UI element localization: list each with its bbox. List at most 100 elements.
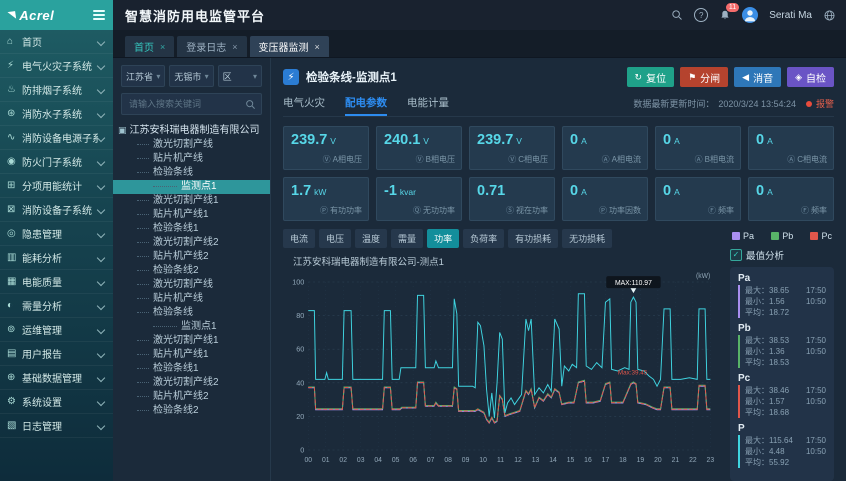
tab-2[interactable]: 登录日志× [177, 36, 246, 57]
search-input[interactable] [127, 98, 245, 110]
help-icon[interactable]: ? [694, 8, 708, 22]
tab-1[interactable]: 首页× [125, 36, 174, 57]
chart-tab-2[interactable]: 电压 [319, 229, 351, 248]
button-label: 分闸 [700, 70, 720, 85]
language-globe-icon[interactable] [823, 9, 836, 22]
chart-tab-8[interactable]: 无功损耗 [562, 229, 612, 248]
menu-toggle-icon[interactable] [93, 10, 105, 20]
region-select-3[interactable]: 区▾ [218, 65, 262, 87]
tree-node[interactable]: 激光切割产线1 [113, 334, 270, 348]
device-action-2[interactable]: ⚑分闸 [680, 67, 728, 87]
sidebar-item-10[interactable]: ▥能耗分析 [0, 246, 113, 270]
stat-row-min: 最小：1.5610:50 [745, 296, 826, 307]
svg-text:10: 10 [479, 457, 487, 464]
tree-node[interactable]: 激光切割产线2 [113, 376, 270, 390]
metric-value: -1 [384, 183, 397, 199]
device-action-4[interactable]: ◈自检 [787, 67, 834, 87]
tab-close-icon[interactable]: × [315, 42, 320, 52]
param-tab-3[interactable]: 电能计量 [407, 91, 449, 116]
chevron-down-icon [97, 421, 105, 429]
param-tab-1[interactable]: 电气火灾 [283, 91, 325, 116]
chart-tab-6[interactable]: 负荷率 [463, 229, 504, 248]
tree-node-label: 贴片机产线2 [153, 391, 209, 402]
tree-node[interactable]: 激光切割产线 [113, 278, 270, 292]
device-action-3[interactable]: ◀消音 [734, 67, 781, 87]
tree-node[interactable]: 检验条线2 [113, 264, 270, 278]
sidebar-item-6[interactable]: ◉防火门子系统 [0, 150, 113, 174]
svg-text:21: 21 [672, 457, 680, 464]
tree-node[interactable]: 贴片机产线 [113, 292, 270, 306]
sidebar-item-15[interactable]: ⊕基础数据管理 [0, 366, 113, 390]
sidebar-item-16[interactable]: ⚙系统设置 [0, 390, 113, 414]
region-select-1[interactable]: 江苏省▾ [121, 65, 165, 87]
tree-node[interactable]: 贴片机产线2 [113, 390, 270, 404]
legend-item-Pc[interactable]: Pc [810, 231, 832, 241]
tree-node[interactable]: 检验条线2 [113, 404, 270, 418]
sidebar-item-12[interactable]: ◐需量分析 [0, 294, 113, 318]
tree-node[interactable]: 贴片机产线1 [113, 208, 270, 222]
tree-connector [137, 284, 149, 285]
tree-node[interactable]: 检验条线 [113, 306, 270, 320]
sidebar-item-9[interactable]: ◎隐患管理 [0, 222, 113, 246]
max-analysis-checkbox[interactable]: ✓ 最值分析 [730, 248, 834, 262]
chart-tab-7[interactable]: 有功损耗 [508, 229, 558, 248]
sidebar-item-2[interactable]: ⚡电气火灾子系统 [0, 54, 113, 78]
user-name[interactable]: Serati Ma [769, 10, 812, 21]
stat-group-P: P最大：115.6417:50最小：4.4810:50平均：55.92 [738, 423, 826, 468]
sidebar-item-3[interactable]: ♨防排烟子系统 [0, 78, 113, 102]
device-action-1[interactable]: ↻复位 [627, 67, 675, 87]
tree-node[interactable]: 监测点1 [113, 320, 270, 334]
chart-tab-1[interactable]: 电流 [283, 229, 315, 248]
metric-value: 1.7 [291, 183, 311, 199]
tree-node[interactable]: 贴片机产线1 [113, 348, 270, 362]
tree-node[interactable]: 激光切割产线2 [113, 236, 270, 250]
tab-3[interactable]: 变压器监测 × [250, 36, 329, 57]
legend-item-Pa[interactable]: Pa [732, 231, 754, 241]
device-tree: ▣江苏安科瑞电器制造有限公司激光切割产线贴片机产线检验条线监测点1激光切割产线1… [113, 123, 270, 418]
sidebar-item-13[interactable]: ⊚运维管理 [0, 318, 113, 342]
tree-node[interactable]: 激光切割产线1 [113, 194, 270, 208]
sidebar-item-17[interactable]: ▧日志管理 [0, 414, 113, 438]
tree-node[interactable]: 贴片机产线2 [113, 250, 270, 264]
sidebar-item-1[interactable]: ⌂首页 [0, 30, 113, 54]
chart-tab-5[interactable]: 功率 [427, 229, 459, 248]
tab-label: 变压器监测 [259, 39, 309, 54]
region-filters: 江苏省▾无锡市▾区▾ [121, 65, 262, 87]
button-label: 消音 [753, 70, 773, 85]
stat-label: 平均： [745, 308, 769, 317]
tree-connector [137, 200, 149, 201]
metric-value: 0.71 [477, 183, 505, 199]
legend-item-Pb[interactable]: Pb [771, 231, 793, 241]
stat-rows: 最大：38.4617:50最小：1.5710:50平均：18.68 [738, 385, 826, 418]
svg-text:06: 06 [409, 457, 417, 464]
metric-type-icon: Ⓕ [708, 205, 716, 216]
user-avatar[interactable] [742, 7, 758, 23]
sidebar-item-5[interactable]: ∿消防设备电源子系统 [0, 126, 113, 150]
tab-close-icon[interactable]: × [160, 42, 165, 52]
notification-bell-icon[interactable]: 11 [719, 9, 731, 22]
chart-tab-3[interactable]: 温度 [355, 229, 387, 248]
button-label: 复位 [646, 70, 666, 85]
chart-tab-4[interactable]: 需量 [391, 229, 423, 248]
metric-value: 0 [663, 183, 671, 199]
tree-node[interactable]: 贴片机产线 [113, 152, 270, 166]
tree-node[interactable]: 检验条线1 [113, 362, 270, 376]
sidebar-item-7[interactable]: ⊞分项用能统计 [0, 174, 113, 198]
tree-node[interactable]: 激光切割产线 [113, 138, 270, 152]
search-icon[interactable] [671, 9, 683, 21]
tree-root-node[interactable]: ▣江苏安科瑞电器制造有限公司 [113, 123, 270, 138]
region-select-2[interactable]: 无锡市▾ [169, 65, 213, 87]
tree-node[interactable]: 检验条线1 [113, 222, 270, 236]
sidebar-item-14[interactable]: ▤用户报告 [0, 342, 113, 366]
sidebar-item-4[interactable]: ⊛消防水子系统 [0, 102, 113, 126]
param-tab-2[interactable]: 配电参数 [345, 91, 387, 116]
chevron-down-icon [97, 85, 105, 93]
tree-node-selected[interactable]: 监测点1 [113, 180, 270, 194]
sidebar-item-11[interactable]: ▦电能质量 [0, 270, 113, 294]
search-icon[interactable] [245, 99, 256, 110]
tree-node[interactable]: 检验条线 [113, 166, 270, 180]
svg-text:23: 23 [707, 457, 715, 464]
sidebar-item-8[interactable]: ⊠消防设备子系统 [0, 198, 113, 222]
power-trend-chart[interactable]: 0204060801000001020304050607080910111213… [283, 270, 722, 466]
tab-close-icon[interactable]: × [232, 42, 237, 52]
